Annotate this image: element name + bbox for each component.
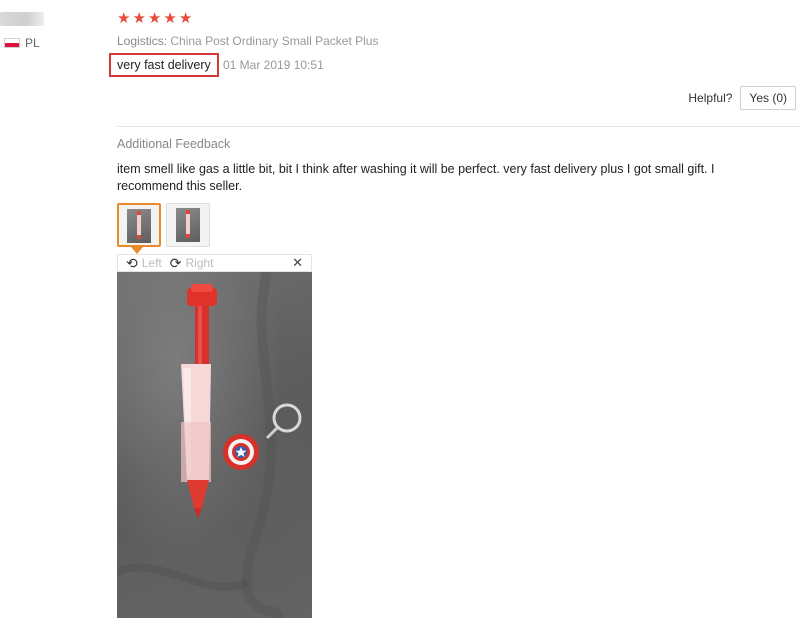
close-icon[interactable]: ✕ bbox=[292, 255, 303, 271]
rating-stars: ★ ★ ★ ★ ★ bbox=[117, 10, 192, 28]
logistics-label: Logistics: bbox=[117, 34, 168, 48]
country-code: PL bbox=[25, 36, 40, 50]
logistics-info: Logistics: China Post Ordinary Small Pac… bbox=[117, 34, 378, 48]
photo-thumbnails bbox=[117, 203, 210, 247]
review-photo-drawing bbox=[117, 272, 302, 618]
star-icon: ★ bbox=[132, 10, 146, 27]
additional-feedback-text: item smell like gas a little bit, bit I … bbox=[117, 162, 715, 193]
review-date: 01 Mar 2019 10:51 bbox=[223, 58, 324, 72]
review-highlight-box: very fast delivery bbox=[109, 53, 219, 77]
review-photo bbox=[117, 272, 312, 618]
review-text: very fast delivery bbox=[117, 58, 211, 72]
helpful-yes-button[interactable]: Yes (0) bbox=[740, 86, 796, 110]
rotate-left-label: Left bbox=[141, 256, 162, 270]
photo-viewer-toolbar: ⟲ Left ⟳ Right ✕ bbox=[117, 254, 312, 272]
helpful-label: Helpful? bbox=[688, 91, 733, 105]
rotate-left-icon: ⟲ bbox=[126, 255, 138, 271]
additional-feedback-title: Additional Feedback bbox=[117, 137, 231, 151]
photo-thumbnail-2[interactable] bbox=[166, 203, 210, 247]
star-icon: ★ bbox=[163, 10, 177, 27]
review-line: very fast delivery 01 Mar 2019 10:51 bbox=[109, 51, 324, 79]
rotate-left-button[interactable]: ⟲ Left bbox=[126, 256, 162, 270]
photo-thumbnail-1[interactable] bbox=[117, 203, 161, 247]
poland-flag-icon bbox=[4, 38, 20, 48]
star-icon: ★ bbox=[178, 10, 193, 27]
active-thumb-caret-icon bbox=[131, 247, 143, 254]
reviewer-name-blurred bbox=[0, 12, 44, 26]
reviewer-country: PL bbox=[4, 36, 40, 50]
rotate-right-label: Right bbox=[185, 256, 214, 270]
logistics-value: China Post Ordinary Small Packet Plus bbox=[170, 34, 379, 48]
rotate-right-button[interactable]: ⟳ Right bbox=[170, 256, 214, 270]
rotate-right-icon: ⟳ bbox=[169, 255, 182, 271]
star-icon: ★ bbox=[117, 10, 131, 27]
helpful-section: Helpful? Yes (0) bbox=[688, 86, 796, 110]
star-icon: ★ bbox=[147, 10, 162, 27]
section-divider bbox=[117, 126, 800, 127]
